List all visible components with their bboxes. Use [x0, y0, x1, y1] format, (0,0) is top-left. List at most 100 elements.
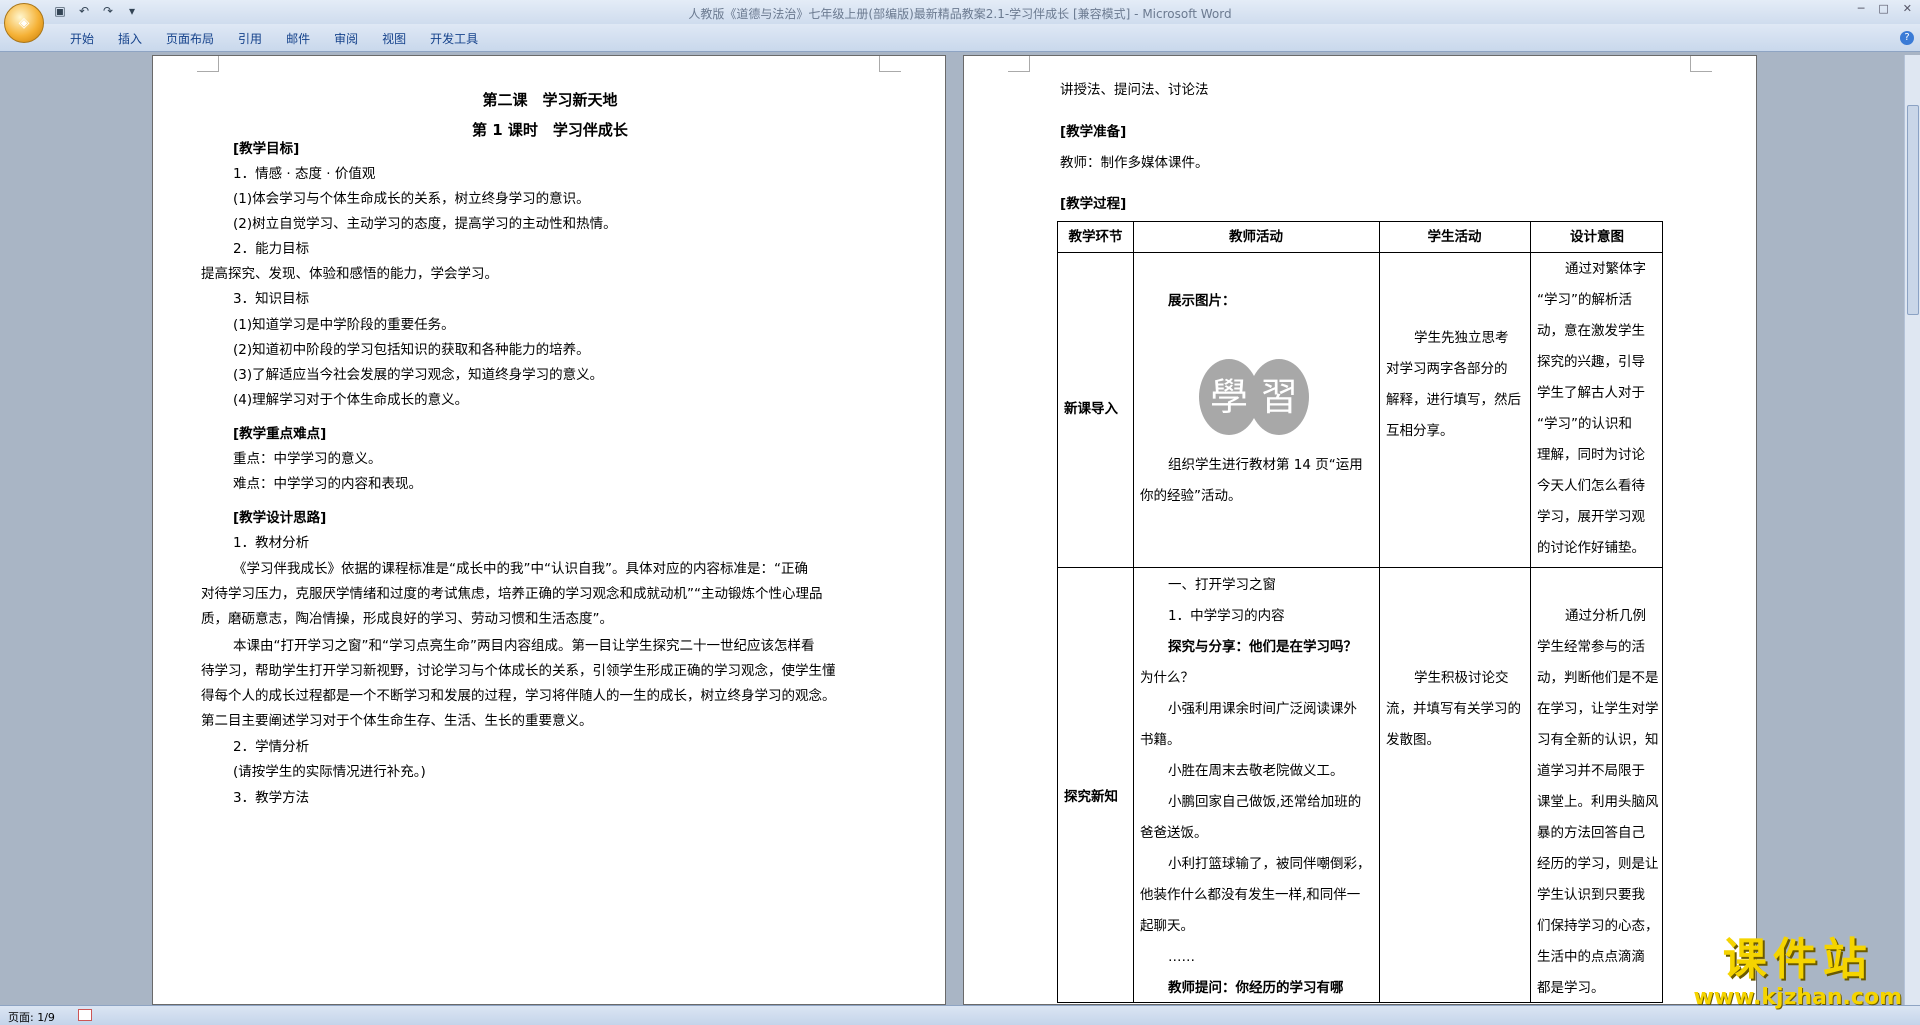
cell-line: 学生先独立思考 [1414, 330, 1509, 346]
vertical-scrollbar[interactable] [1904, 55, 1920, 1005]
cell-line: 学习，展开学习观 [1537, 509, 1645, 525]
cell-line: 习有全新的认识，知 [1537, 732, 1659, 748]
body-line: 难点：中学学习的内容和表现。 [233, 476, 422, 492]
window-title: 人教版《道德与法治》七年级上册(部编版)最新精品教案2.1-学习伴成长 [兼容模… [688, 7, 1232, 21]
tab-view[interactable]: 视图 [370, 30, 418, 47]
body-line: 2．能力目标 [233, 241, 310, 257]
prep-text: 教师：制作多媒体课件。 [1060, 155, 1209, 171]
cell-line: 的讨论作好铺垫。 [1537, 540, 1645, 556]
margin-corner [1690, 56, 1712, 72]
body-line: (4)理解学习对于个体生命成长的意义。 [233, 392, 469, 408]
body-line: (3)了解适应当今社会发展的学习观念，知道终身学习的意义。 [233, 367, 604, 383]
cell-line: 动，判断他们是不是 [1537, 670, 1659, 686]
body-line: 对待学习压力，克服厌学情绪和过度的考试焦虑，培养正确的学习观念和成就动机”“主动… [201, 586, 823, 602]
document-page-1[interactable]: 第二课 学习新天地 第 1 课时 学习伴成长 [教学目标] 1．情感 · 态度 ·… [152, 55, 946, 1005]
cell-line: 暴的方法回答自己 [1537, 825, 1645, 841]
redo-icon[interactable]: ↷ [100, 3, 116, 19]
cell-line: 探究与分享：他们是在学习吗？ [1168, 639, 1357, 655]
teacher-activity: 组织学生进行教材第 14 页“运用 [1168, 457, 1363, 473]
cell-line: 在学习，让学生对学 [1537, 701, 1659, 717]
cell-line: 学生积极讨论交 [1414, 670, 1509, 686]
table-header: 教学环节 [1068, 229, 1123, 245]
methods-line: 讲授法、提问法、讨论法 [1060, 82, 1209, 98]
tab-references[interactable]: 引用 [226, 30, 274, 47]
page-indicator[interactable]: 页面: 1/9 [8, 1009, 55, 1025]
cell-line: 动，意在激发学生 [1537, 323, 1645, 339]
cell-line: 书籍。 [1140, 732, 1181, 748]
customize-icon[interactable]: ▾ [124, 3, 140, 19]
status-bar: 页面: 1/9 [0, 1005, 1920, 1025]
seal-image: 學 習 [1199, 359, 1309, 435]
body-line: 3．教学方法 [233, 790, 310, 806]
cell-line: 发散图。 [1386, 732, 1440, 748]
body-line: 1．教材分析 [233, 535, 310, 551]
body-line: 提高探究、发现、体验和感悟的能力，学会学习。 [201, 266, 498, 282]
office-logo: ◈ [18, 15, 30, 31]
body-line: 本课由“打开学习之窗”和“学习点亮生命”两目内容组成。第一目让学生探究二十一世纪… [233, 638, 815, 654]
cell-line: 探究的兴趣，引导 [1537, 354, 1645, 370]
tab-home[interactable]: 开始 [58, 30, 106, 47]
watermark-url: www.kjzhan.com [1693, 985, 1902, 1010]
tab-page-layout[interactable]: 页面布局 [154, 30, 226, 47]
seal-char: 學 [1210, 375, 1248, 419]
cell-line: 对学习两字各部分的 [1386, 361, 1508, 377]
margin-corner [879, 56, 901, 72]
cell-line: 课堂上。利用头脑风 [1537, 794, 1659, 810]
body-line: [教学重点难点] [233, 426, 327, 442]
cell-line: 爸爸送饭。 [1140, 825, 1208, 841]
process-heading: [教学过程] [1060, 196, 1127, 212]
page-title: 第二课 学习新天地 [482, 91, 618, 109]
table-col-divider [1530, 222, 1531, 1002]
document-page-2[interactable]: 讲授法、提问法、讨论法 [教学准备] 教师：制作多媒体课件。 [教学过程] 教学… [963, 55, 1757, 1005]
page-subtitle: 第 1 课时 学习伴成长 [472, 121, 628, 139]
body-line: 2．学情分析 [233, 739, 310, 755]
teacher-activity: 你的经验”活动。 [1140, 488, 1242, 504]
cell-line: 互相分享。 [1386, 423, 1454, 439]
cell-line: 学生认识到只要我 [1537, 887, 1645, 903]
cell-line: …… [1168, 949, 1195, 965]
table-header: 教师活动 [1229, 229, 1283, 245]
seal-char: 習 [1260, 375, 1298, 419]
table-col-divider [1379, 222, 1380, 1002]
body-line: [教学设计思路] [233, 510, 327, 526]
proofing-icon[interactable] [78, 1009, 92, 1021]
watermark-logo: 课件站 www.kjzhan.com [1693, 935, 1902, 1011]
cell-line: 通过对繁体字 [1565, 261, 1646, 277]
cell-line: 经历的学习，则是让 [1537, 856, 1659, 872]
cell-line: 流，并填写有关学习的 [1386, 701, 1521, 717]
cell-line: 为什么？ [1140, 670, 1194, 686]
cell-line: 1．中学学习的内容 [1168, 608, 1285, 624]
office-button[interactable]: ◈ [4, 3, 44, 43]
watermark-title: 课件站 [1722, 934, 1873, 985]
undo-icon[interactable]: ↶ [76, 3, 92, 19]
tab-review[interactable]: 审阅 [322, 30, 370, 47]
cell-line: 小强利用课余时间广泛阅读课外 [1168, 701, 1357, 717]
tab-developer[interactable]: 开发工具 [418, 30, 490, 47]
body-line: 得每个人的成长过程都是一个不断学习和发展的过程，学习将伴随人的一生的成长，树立终… [201, 688, 836, 704]
cell-line: 小利打篮球输了，被同伴嘲倒彩， [1168, 856, 1371, 872]
scrollbar-thumb[interactable] [1907, 105, 1919, 315]
cell-line: 理解，同时为讨论 [1537, 447, 1645, 463]
cell-line: 通过分析几例 [1565, 608, 1646, 624]
help-icon[interactable]: ? [1900, 31, 1914, 45]
body-line: 第二目主要阐述学习对于个体生命生存、生活、生长的重要意义。 [201, 713, 593, 729]
cell-line: “学习”的解析活 [1537, 292, 1632, 308]
cell-line: 们保持学习的心态， [1537, 918, 1659, 934]
cell-line: 小鹏回家自己做饭,还常给加班的 [1168, 794, 1362, 810]
tab-mailings[interactable]: 邮件 [274, 30, 322, 47]
table-col-divider [1133, 222, 1134, 1002]
body-line: 重点：中学学习的意义。 [233, 451, 382, 467]
prep-heading: [教学准备] [1060, 124, 1127, 140]
cell-line: 道学习并不局限于 [1537, 763, 1645, 779]
cell-line: 解释，进行填写，然后 [1386, 392, 1521, 408]
body-line: (2)知道初中阶段的学习包括知识的获取和各种能力的培养。 [233, 342, 590, 358]
minimize-icon[interactable]: ─ [1858, 2, 1865, 15]
tab-insert[interactable]: 插入 [106, 30, 154, 47]
save-icon[interactable]: ▣ [52, 3, 68, 19]
close-icon[interactable]: ✕ [1903, 2, 1912, 15]
stage-intro: 新课导入 [1064, 401, 1118, 417]
cell-line: “学习”的认识和 [1537, 416, 1632, 432]
cell-line: 一、打开学习之窗 [1168, 577, 1276, 593]
teacher-activity: 展示图片： [1168, 293, 1236, 309]
maximize-icon[interactable]: □ [1878, 2, 1888, 15]
